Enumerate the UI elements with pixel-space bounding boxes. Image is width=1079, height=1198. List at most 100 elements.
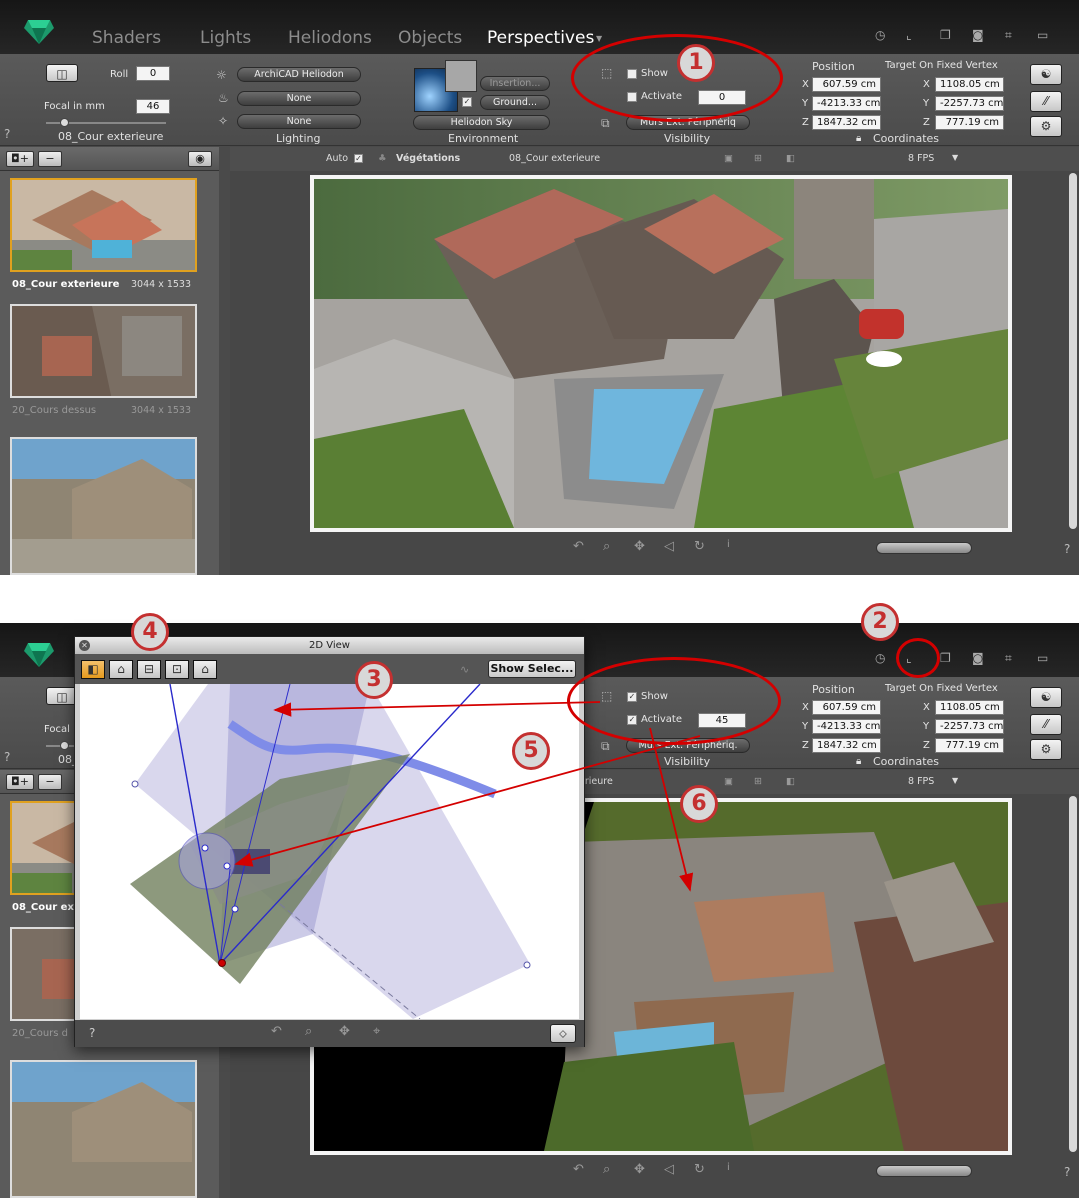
horizontal-scrollbar[interactable] — [876, 542, 972, 554]
position-z-field[interactable]: 1847.32 cm — [812, 115, 881, 130]
target-y-field[interactable]: -2257.73 cm — [935, 719, 1004, 734]
layout-icon-1[interactable]: ▣ — [724, 153, 733, 164]
3d-preview-render[interactable] — [310, 175, 1012, 532]
tab-lights[interactable]: Lights — [200, 28, 251, 48]
display-icon[interactable]: ▭ — [1037, 651, 1053, 667]
focal-slider-knob[interactable] — [60, 118, 69, 127]
clock-icon[interactable]: ◷ — [875, 651, 891, 667]
zoom-icon[interactable]: ⌕ — [603, 1162, 610, 1177]
fps-select[interactable]: 8 FPS — [908, 776, 934, 787]
elevation-back-icon[interactable]: ⊡ — [165, 660, 189, 679]
remove-camera-button[interactable]: − — [38, 151, 62, 167]
tab-heliodons[interactable]: Heliodons — [288, 28, 372, 48]
info-icon[interactable]: i — [727, 539, 730, 550]
position-y-field[interactable]: -4213.33 cm — [812, 719, 881, 734]
heliodon-select[interactable]: ArchiCAD Heliodon — [237, 67, 361, 82]
crop-icon[interactable]: ⌗ — [1005, 651, 1021, 667]
vertical-scrollbar[interactable] — [1069, 173, 1077, 529]
position-x-field[interactable]: 607.59 cm — [812, 77, 881, 92]
camera-icon[interactable]: ◙ — [972, 28, 988, 44]
undo-icon[interactable]: ↶ — [573, 539, 584, 554]
thumbnail-20-cours-dessus[interactable] — [10, 304, 197, 398]
fps-select[interactable]: 8 FPS — [908, 153, 934, 164]
view-camera-select[interactable]: 08_Cour exterieure — [509, 153, 600, 164]
color-lines-icon[interactable]: ⁄⁄ — [1030, 714, 1062, 735]
position-x-field[interactable]: 607.59 cm — [812, 700, 881, 715]
orbit-icon[interactable]: ↻ — [694, 539, 705, 554]
curve-icon[interactable]: ∿ — [460, 663, 469, 676]
vertical-scrollbar[interactable] — [1069, 796, 1077, 1152]
clock-icon[interactable]: ◷ — [875, 28, 891, 44]
auto-checkbox[interactable]: ✓ — [354, 154, 363, 163]
tab-shaders[interactable]: Shaders — [92, 28, 161, 48]
insertion-button[interactable]: Insertion... — [480, 76, 550, 91]
zoom-icon[interactable]: ⌕ — [305, 1024, 312, 1039]
yin-yang-icon[interactable]: ☯ — [1030, 64, 1062, 85]
light-select-2[interactable]: None — [237, 91, 361, 106]
undo-icon[interactable]: ↶ — [271, 1024, 282, 1039]
windows-icon[interactable]: ❐ — [940, 28, 956, 44]
fit-view-icon[interactable]: ⬦ — [550, 1024, 576, 1043]
target-z-field[interactable]: 777.19 cm — [935, 115, 1004, 130]
plan-view-icon[interactable]: ◧ — [81, 660, 105, 679]
target-icon[interactable]: ⌖ — [373, 1024, 380, 1039]
remove-camera-button[interactable]: − — [38, 774, 62, 790]
2d-view-dialog[interactable]: ✕ 2D View ◧ ⌂ ⊟ ⊡ ⌂ ∿ Show Selec... ? ↶ … — [74, 636, 585, 1047]
target-x-field[interactable]: 1108.05 cm — [935, 77, 1004, 92]
layout-icon-1[interactable]: ▣ — [724, 776, 733, 787]
crop-icon[interactable]: ⌗ — [1005, 28, 1021, 44]
thumbnail-third[interactable] — [10, 437, 197, 575]
pan-icon[interactable]: ✥ — [634, 1162, 645, 1177]
position-z-field[interactable]: 1847.32 cm — [812, 738, 881, 753]
help-icon[interactable]: ? — [89, 1026, 95, 1040]
eye-icon[interactable]: ◉ — [188, 151, 212, 167]
light-select-3[interactable]: None — [237, 114, 361, 129]
gear-icon[interactable]: ⚙ — [1030, 116, 1062, 137]
tab-perspectives[interactable]: Perspectives — [487, 28, 594, 48]
axis-icon[interactable]: ⌞ — [906, 28, 922, 44]
windows-icon[interactable]: ❐ — [940, 651, 956, 667]
sky-select[interactable]: Heliodon Sky — [413, 115, 550, 130]
position-y-field[interactable]: -4213.33 cm — [812, 96, 881, 111]
pan-icon[interactable]: ✥ — [339, 1024, 350, 1039]
horizontal-scrollbar[interactable] — [876, 1165, 972, 1177]
gear-icon[interactable]: ⚙ — [1030, 739, 1062, 760]
tab-objects[interactable]: Objects — [398, 28, 462, 48]
help-icon[interactable]: ? — [4, 127, 10, 141]
elevation-front-icon[interactable]: ⌂ — [109, 660, 133, 679]
help-icon[interactable]: ? — [1064, 1165, 1070, 1179]
ground-checkbox[interactable]: ✓ — [462, 97, 472, 107]
zoom-icon[interactable]: ⌕ — [603, 539, 610, 554]
elevation-right-icon[interactable]: ⊟ — [137, 660, 161, 679]
fps-dropdown-icon[interactable]: ▼ — [952, 153, 958, 162]
undo-icon[interactable]: ↶ — [573, 1162, 584, 1177]
show-selection-select[interactable]: Show Selec... — [488, 660, 576, 678]
help-icon[interactable]: ? — [1064, 542, 1070, 556]
walk-icon[interactable]: ◁ — [664, 1162, 674, 1177]
thumbnail-08-cour-exterieure[interactable] — [10, 178, 197, 272]
close-icon[interactable]: ✕ — [79, 640, 90, 651]
layout-icon-3[interactable]: ◧ — [786, 776, 795, 787]
focal-field[interactable]: 46 — [136, 99, 170, 114]
lock-icon[interactable]: 🔒︎ — [856, 756, 861, 767]
roll-field[interactable]: 0 — [136, 66, 170, 81]
help-icon[interactable]: ? — [4, 750, 10, 764]
add-camera-icon[interactable]: ◘+ — [6, 151, 34, 167]
yin-yang-icon[interactable]: ☯ — [1030, 687, 1062, 708]
layout-icon-2[interactable]: ⊞ — [754, 153, 762, 164]
display-icon[interactable]: ▭ — [1037, 28, 1053, 44]
camera-view-icon[interactable]: ◫ — [46, 64, 78, 82]
layout-icon-2[interactable]: ⊞ — [754, 776, 762, 787]
orbit-icon[interactable]: ↻ — [694, 1162, 705, 1177]
focal-slider-knob[interactable] — [60, 741, 69, 750]
pan-icon[interactable]: ✥ — [634, 539, 645, 554]
environment-ground-preview[interactable] — [445, 60, 477, 92]
target-y-field[interactable]: -2257.73 cm — [935, 96, 1004, 111]
thumbnail-third[interactable] — [10, 1060, 197, 1198]
target-x-field[interactable]: 1108.05 cm — [935, 700, 1004, 715]
info-icon[interactable]: i — [727, 1162, 730, 1173]
add-camera-icon[interactable]: ◘+ — [6, 774, 34, 790]
lock-icon[interactable]: 🔒︎ — [856, 133, 861, 144]
tab-dropdown-icon[interactable]: ▼ — [596, 34, 602, 43]
ground-button[interactable]: Ground... — [480, 95, 550, 110]
